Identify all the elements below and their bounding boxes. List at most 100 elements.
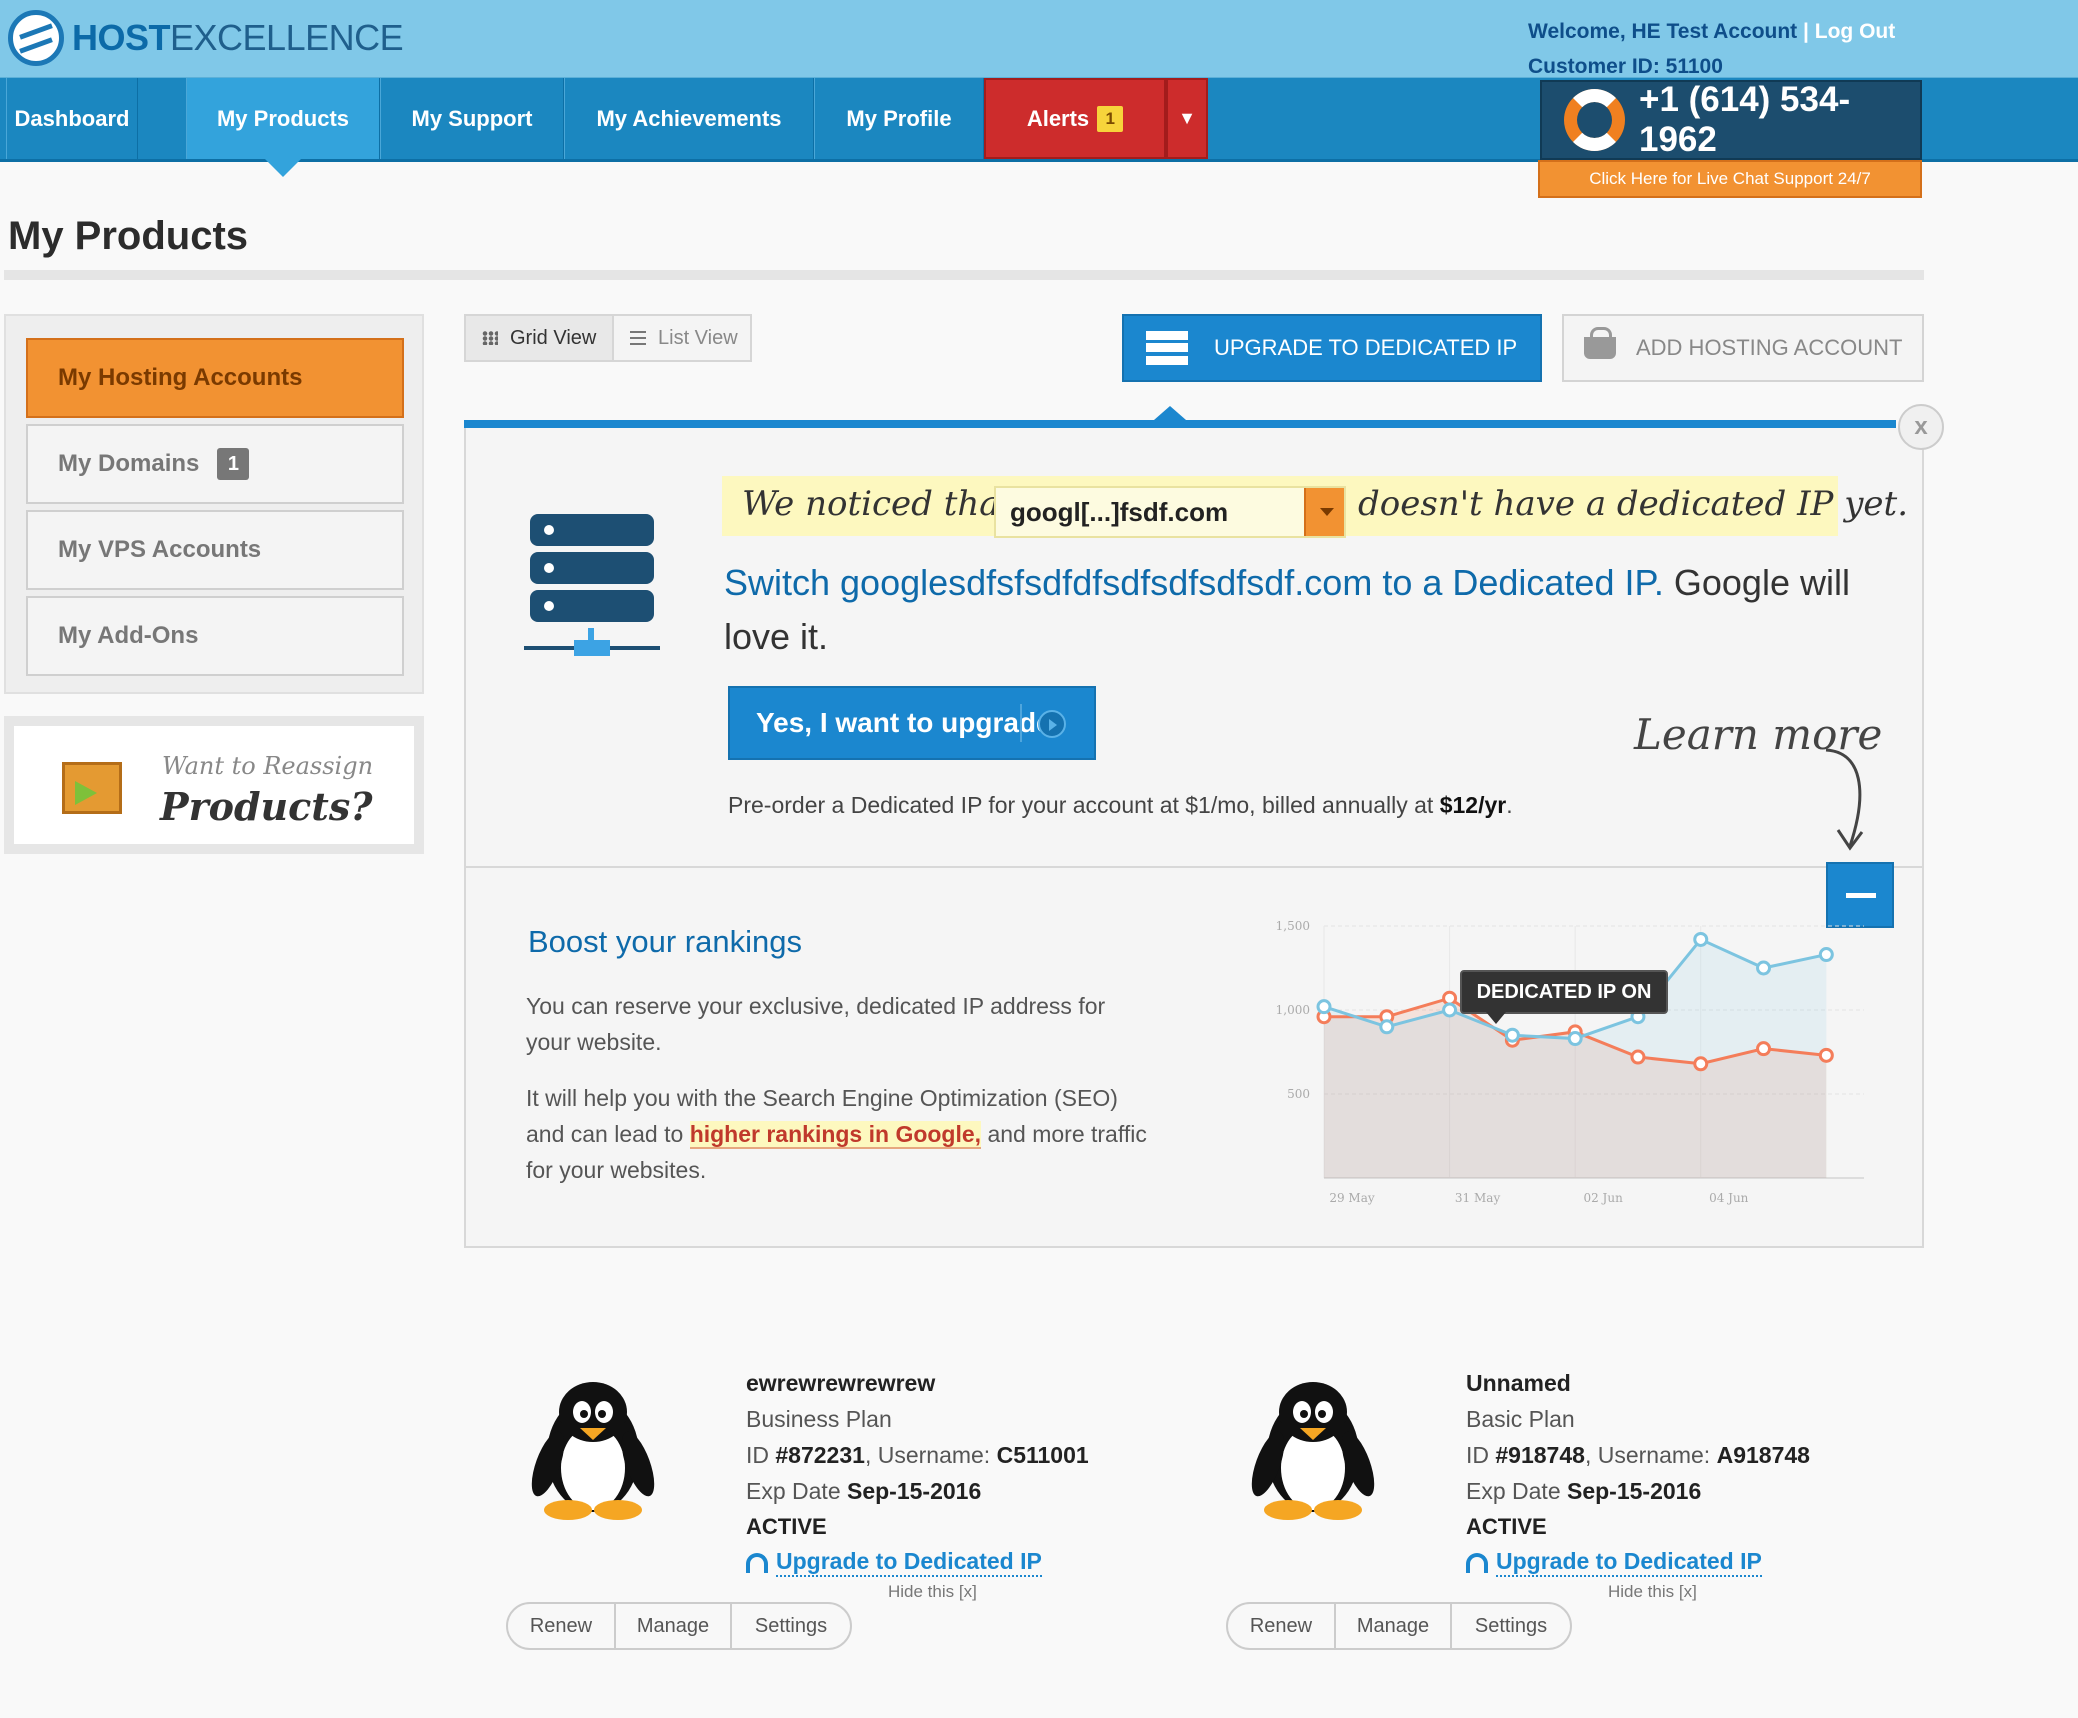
welcome-block: Welcome, HE Test Account | Log Out Custo… [1528, 14, 1895, 84]
hide-upgrade-link[interactable]: Hide this [x] [1608, 1582, 1697, 1602]
sidebar-item-domains[interactable]: My Domains 1 [26, 424, 404, 504]
headset-icon [746, 1552, 768, 1573]
chevron-down-icon [1304, 488, 1344, 536]
reassign-subtitle: Want to Reassign [162, 752, 374, 780]
sidebar-item-label: My VPS Accounts [58, 536, 262, 563]
nav-dashboard[interactable]: Dashboard [6, 78, 138, 159]
sidebar-item-add-ons[interactable]: My Add-Ons [26, 596, 404, 676]
support-phone-number: +1 (614) 534-1962 [1639, 80, 1851, 159]
domain-select[interactable]: googl[...]fsdf.com [994, 486, 1346, 538]
live-chat-link[interactable]: Click Here for Live Chat Support 24/7 [1538, 160, 1922, 198]
renew-button[interactable]: Renew [508, 1604, 616, 1648]
account-exp-line: Exp Date Sep-15-2016 [746, 1478, 982, 1504]
page-title: My Products [8, 214, 249, 258]
account-exp-date: Sep-15-2016 [1567, 1478, 1702, 1504]
logout-link[interactable]: Log Out [1815, 20, 1895, 43]
account-plan: Business Plan [746, 1406, 892, 1432]
chart-x-tick-label: 04 Jun [1709, 1191, 1749, 1205]
boost-paragraph-2: It will help you with the Search Engine … [526, 1080, 1156, 1188]
higher-rankings-link[interactable]: higher rankings in Google, [689, 1121, 982, 1149]
add-hosting-account-button[interactable]: ADD HOSTING ACCOUNT [1562, 314, 1924, 382]
hosting-account-card: ewrewrewrewrew Business Plan ID #872231,… [486, 1362, 1126, 1662]
lifebuoy-icon [1564, 89, 1625, 151]
manage-button[interactable]: Manage [616, 1604, 732, 1648]
switch-message: Switch googlesdfsfsdfdfsdfsdfsdfsdf.com … [724, 556, 1884, 664]
welcome-text: Welcome, HE Test Account [1528, 20, 1798, 43]
settings-button[interactable]: Settings [732, 1604, 850, 1648]
list-icon [630, 331, 646, 345]
chart-data-point [1693, 931, 1709, 947]
settings-button[interactable]: Settings [1452, 1604, 1570, 1648]
hosting-account-card: Unnamed Basic Plan ID #918748, Username:… [1206, 1362, 1846, 1662]
chevron-right-icon [1038, 710, 1066, 738]
nav-my-achievements[interactable]: My Achievements [564, 78, 814, 159]
nav-my-profile[interactable]: My Profile [814, 78, 984, 159]
account-id: #918748 [1495, 1442, 1585, 1468]
hide-upgrade-link[interactable]: Hide this [x] [888, 1582, 977, 1602]
close-icon: x [1914, 413, 1928, 440]
alerts-label: Alerts [1026, 105, 1090, 131]
account-status: ACTIVE [1466, 1514, 1547, 1539]
chevron-down-icon: ▼ [1178, 108, 1196, 128]
list-view-button[interactable]: List View [614, 316, 750, 360]
renew-button[interactable]: Renew [1228, 1604, 1336, 1648]
account-actions: Renew Manage Settings [506, 1602, 852, 1650]
rankings-line-chart: 1,500 1,000 500 29 May 31 May 02 Jun 04 Jun [1276, 919, 1864, 1205]
dedicated-ip-promo-panel: We noticed that googl[...]fsdf.com doesn… [464, 428, 1924, 1248]
account-exp-line: Exp Date Sep-15-2016 [1466, 1478, 1702, 1504]
domain-select-value: googl[...]fsdf.com [1010, 496, 1229, 527]
account-plan: Basic Plan [1466, 1406, 1575, 1432]
chart-data-point [1442, 990, 1458, 1006]
notice-text-after: doesn't have a dedicated IP yet. [1358, 484, 1909, 524]
account-id-line: ID #872231, Username: C511001 [746, 1442, 1089, 1468]
title-divider [4, 270, 1924, 280]
account-username: A918748 [1716, 1442, 1810, 1468]
chart-data-point [1442, 1002, 1458, 1018]
chart-y-tick-label: 1,500 [1276, 919, 1310, 933]
reassign-box-icon [62, 762, 122, 814]
basket-icon [1584, 327, 1616, 359]
chart-x-tick-label: 29 May [1329, 1191, 1375, 1205]
account-exp-date: Sep-15-2016 [847, 1478, 982, 1504]
upgrade-dedicated-ip-button[interactable]: UPGRADE TO DEDICATED IP [1122, 314, 1542, 382]
nav-my-support[interactable]: My Support [380, 78, 564, 159]
view-toggle: Grid View List View [464, 314, 752, 362]
sidebar-item-vps-accounts[interactable]: My VPS Accounts [26, 510, 404, 590]
chart-data-point [1693, 1056, 1709, 1072]
reassign-products-banner[interactable]: Want to Reassign Products? [4, 716, 424, 854]
account-name: Unnamed [1466, 1370, 1571, 1396]
sidebar-item-label: My Add-Ons [58, 622, 199, 649]
close-promo-button[interactable]: x [1898, 404, 1944, 450]
preorder-price: $12/yr [1439, 792, 1507, 818]
chart-data-point [1379, 1019, 1395, 1035]
headset-icon [1466, 1552, 1488, 1573]
notice-text-before: We noticed that [742, 484, 1014, 524]
account-name: ewrewrewrewrew [746, 1370, 936, 1396]
boost-paragraph-1: You can reserve your exclusive, dedicate… [526, 993, 1106, 1055]
nav-my-products[interactable]: My Products [186, 78, 380, 177]
sidebar-item-label: My Domains [58, 450, 200, 477]
alerts-dropdown-toggle[interactable]: ▼ [1166, 78, 1208, 159]
account-upgrade-link[interactable]: Upgrade to Dedicated IP [746, 1548, 1042, 1577]
account-upgrade-link[interactable]: Upgrade to Dedicated IP [1466, 1548, 1762, 1577]
chart-x-tick-label: 02 Jun [1583, 1191, 1623, 1205]
grid-view-button[interactable]: Grid View [466, 316, 614, 360]
nav-alerts[interactable]: Alerts 1 [984, 78, 1166, 159]
list-view-label: List View [658, 326, 738, 349]
grid-icon [482, 331, 498, 345]
sidebar-item-hosting-accounts[interactable]: My Hosting Accounts [26, 338, 404, 418]
grid-view-label: Grid View [510, 326, 597, 349]
dedicated-ip-on-tooltip: DEDICATED IP ON [1460, 970, 1668, 1024]
chart-data-point [1630, 1049, 1646, 1065]
yes-upgrade-button[interactable]: Yes, I want to upgrade [728, 686, 1096, 760]
manage-button[interactable]: Manage [1336, 1604, 1452, 1648]
chart-data-point [1316, 999, 1332, 1015]
preorder-copy: Pre-order a Dedicated IP for your accoun… [728, 792, 1434, 818]
chart-data-point [1818, 1047, 1834, 1063]
account-id-line: ID #918748, Username: A918748 [1466, 1442, 1810, 1468]
boost-rankings-title: Boost your rankings [528, 924, 802, 959]
host-excellence-logo[interactable]: HOSTEXCELLENCE [8, 10, 404, 66]
sidebar-item-label: My Hosting Accounts [58, 364, 303, 391]
logo-icon [8, 10, 64, 66]
domains-count-badge: 1 [217, 448, 250, 480]
